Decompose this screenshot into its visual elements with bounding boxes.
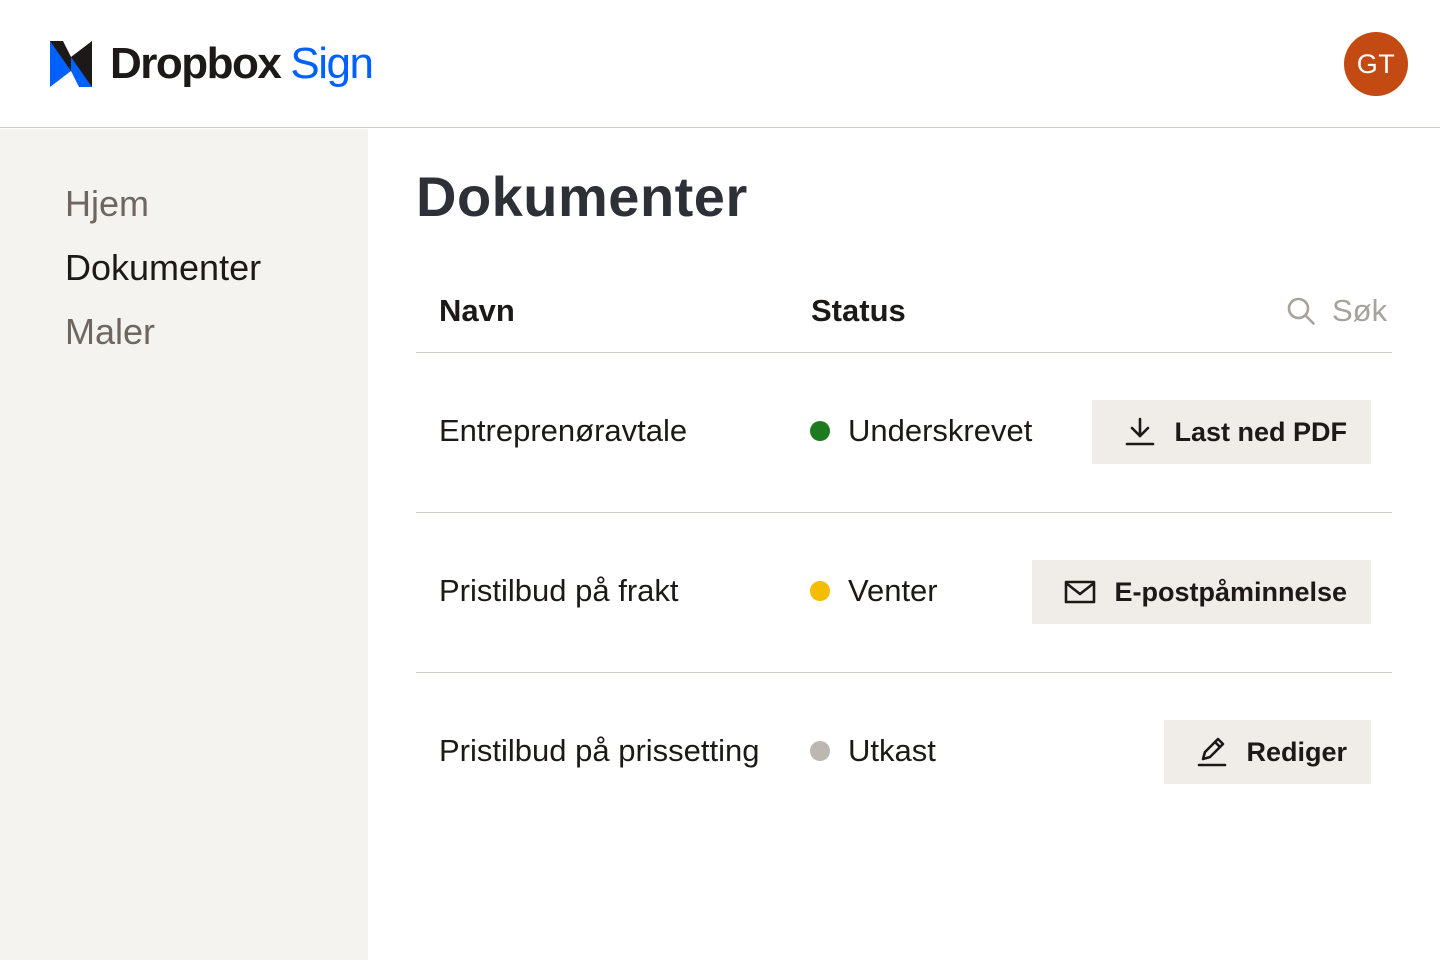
column-header-name: Navn — [439, 293, 515, 328]
logo-text: Dropbox Sign — [110, 39, 374, 88]
envelope-icon — [1064, 576, 1114, 608]
table-header: Navn Status — [416, 281, 1392, 353]
status-label: Venter — [848, 573, 938, 608]
main-content: Dokumenter Navn Status Entreprenøravtale… — [368, 129, 1440, 960]
edit-button[interactable]: Rediger — [1164, 720, 1371, 784]
sidebar: Hjem Dokumenter Maler — [0, 129, 368, 960]
download-icon — [1124, 416, 1174, 448]
pencil-icon — [1196, 736, 1246, 768]
status-label: Utkast — [848, 733, 936, 768]
document-name[interactable]: Pristilbud på prissetting — [439, 731, 760, 771]
document-status: Venter — [810, 571, 938, 611]
search-input[interactable] — [1332, 293, 1390, 329]
status-dot-draft — [810, 741, 830, 761]
sidebar-item-hjem[interactable]: Hjem — [65, 182, 149, 226]
email-reminder-button[interactable]: E-postpåminnelse — [1032, 560, 1371, 624]
column-header-status: Status — [811, 293, 906, 328]
search-box[interactable] — [1286, 291, 1390, 331]
download-pdf-label: Last ned PDF — [1174, 416, 1347, 447]
user-avatar[interactable]: GT — [1344, 32, 1408, 96]
top-header: Dropbox Sign GT — [0, 0, 1440, 128]
table-row: Pristilbud på prissetting Utkast Rediger — [416, 673, 1392, 833]
document-status: Underskrevet — [810, 411, 1032, 451]
document-name[interactable]: Pristilbud på frakt — [439, 571, 679, 611]
page-title: Dokumenter — [416, 165, 748, 228]
dropbox-sign-logo[interactable]: Dropbox Sign — [50, 39, 374, 88]
status-dot-pending — [810, 581, 830, 601]
dropbox-sign-logo-icon — [50, 41, 92, 87]
logo-word-dropbox: Dropbox — [110, 39, 282, 88]
download-pdf-button[interactable]: Last ned PDF — [1092, 400, 1371, 464]
sidebar-item-maler[interactable]: Maler — [65, 310, 155, 354]
sidebar-item-dokumenter[interactable]: Dokumenter — [65, 246, 261, 290]
edit-label: Rediger — [1246, 736, 1347, 767]
documents-table: Navn Status Entreprenøravtale Underskrev… — [416, 281, 1392, 833]
email-reminder-label: E-postpåminnelse — [1114, 576, 1347, 607]
table-row: Entreprenøravtale Underskrevet Last ned … — [416, 353, 1392, 513]
status-label: Underskrevet — [848, 413, 1033, 448]
logo-word-sign: Sign — [290, 39, 374, 88]
document-name[interactable]: Entreprenøravtale — [439, 411, 687, 451]
document-status: Utkast — [810, 731, 936, 771]
search-icon[interactable] — [1286, 296, 1316, 326]
status-dot-signed — [810, 421, 830, 441]
table-row: Pristilbud på frakt Venter E-postpåminne… — [416, 513, 1392, 673]
